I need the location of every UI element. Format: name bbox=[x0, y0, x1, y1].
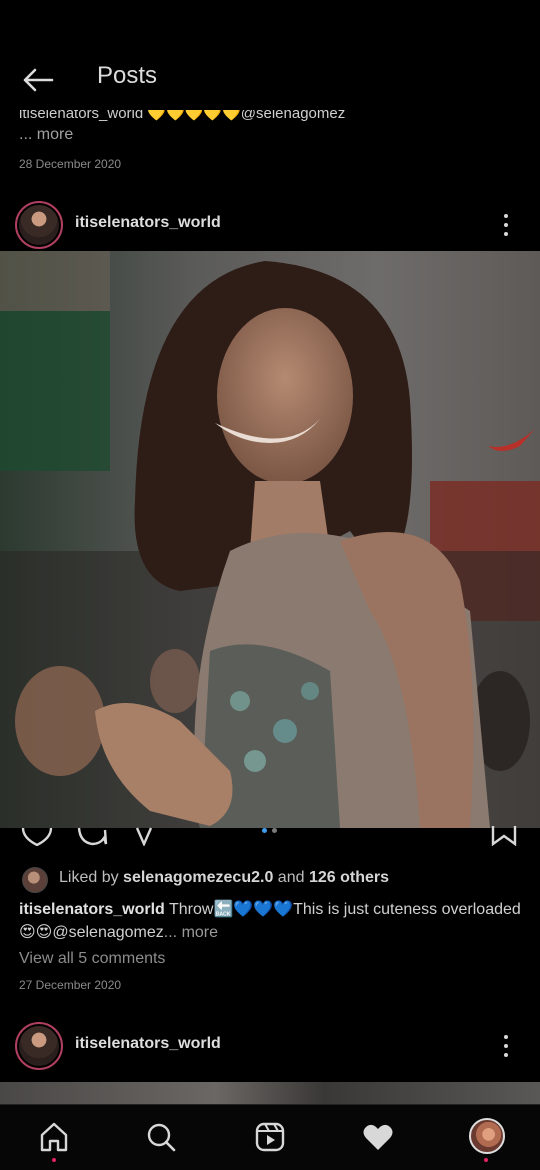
tab-reels[interactable] bbox=[250, 1117, 290, 1157]
page-title: Posts bbox=[97, 62, 158, 89]
post-date: 27 December 2020 bbox=[19, 978, 122, 992]
heart-outline-icon[interactable] bbox=[21, 826, 53, 846]
top-bar: Posts bbox=[0, 0, 540, 110]
search-icon bbox=[147, 1123, 176, 1152]
arrow-left-icon bbox=[23, 68, 54, 92]
post-image bbox=[0, 251, 540, 828]
bookmark-icon[interactable] bbox=[490, 826, 518, 846]
next-post-header: itiselenators_world bbox=[0, 1021, 540, 1071]
more-vertical-icon bbox=[504, 1035, 508, 1039]
home-notification-dot bbox=[52, 1158, 56, 1162]
avatar[interactable] bbox=[15, 1022, 63, 1070]
home-icon bbox=[40, 1122, 68, 1152]
post-caption: itiselenators_world Throw🔙💙💙💙This is jus… bbox=[19, 898, 524, 944]
carousel-dot bbox=[272, 828, 277, 833]
avatar[interactable] bbox=[15, 201, 63, 249]
post-header: itiselenators_world bbox=[0, 200, 540, 250]
caption-username[interactable]: itiselenators_world bbox=[19, 901, 165, 918]
next-more-options-button[interactable] bbox=[496, 1031, 516, 1061]
heart-filled-icon bbox=[363, 1124, 393, 1150]
reels-icon bbox=[255, 1122, 285, 1152]
post-photo[interactable] bbox=[0, 251, 540, 828]
next-post-photo[interactable] bbox=[0, 1082, 540, 1104]
view-comments-link[interactable]: View all 5 comments bbox=[19, 950, 165, 968]
carousel-indicator bbox=[262, 828, 277, 833]
previous-post-date: 28 December 2020 bbox=[19, 157, 122, 171]
more-options-button[interactable] bbox=[496, 210, 516, 240]
carousel-dot-active bbox=[262, 828, 267, 833]
likes-row[interactable]: Liked by selenagomezecu2.0 and 126 other… bbox=[0, 866, 540, 893]
tab-activity[interactable] bbox=[358, 1117, 398, 1157]
likes-text: Liked by selenagomezecu2.0 and 126 other… bbox=[59, 869, 389, 886]
send-icon[interactable] bbox=[133, 826, 159, 846]
next-post-username[interactable]: itiselenators_world bbox=[75, 1035, 221, 1053]
previous-post-more-link[interactable]: ... more bbox=[19, 126, 73, 144]
comment-icon[interactable] bbox=[76, 826, 108, 846]
tab-search[interactable] bbox=[141, 1117, 181, 1157]
tab-home[interactable] bbox=[34, 1117, 74, 1157]
tab-profile[interactable] bbox=[469, 1118, 505, 1154]
liker-avatar bbox=[22, 867, 48, 893]
profile-notification-dot bbox=[484, 1158, 488, 1162]
back-button[interactable] bbox=[18, 62, 58, 98]
more-vertical-icon bbox=[504, 214, 508, 218]
post-username[interactable]: itiselenators_world bbox=[75, 214, 221, 232]
caption-more-link[interactable]: ... more bbox=[164, 924, 218, 941]
